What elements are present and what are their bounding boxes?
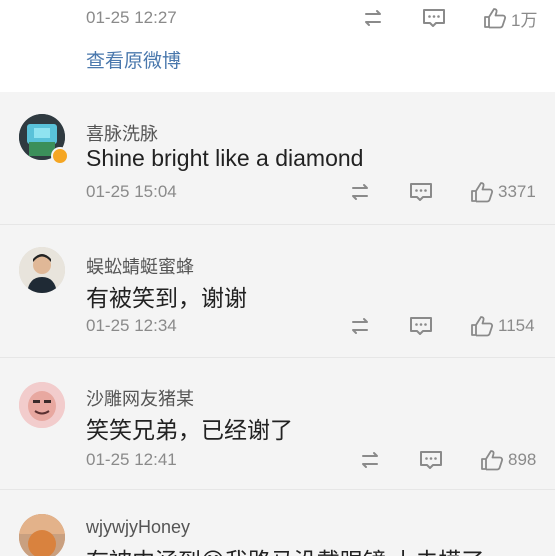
comment-text: Shine bright like a diamond	[86, 145, 364, 171]
avatar[interactable]	[19, 382, 65, 428]
repost-button[interactable]	[347, 311, 373, 341]
post-time: 01-25 12:27	[86, 8, 177, 27]
comment-meta-row: 01-25 12:41 898	[0, 445, 555, 475]
repost-button[interactable]	[347, 177, 373, 207]
comment-text: 有被内涵到😊我路马没戴眼镜 上去摸了一	[86, 542, 507, 556]
comment-icon	[410, 183, 432, 201]
like-button[interactable]: 1154	[470, 311, 535, 341]
comment-username[interactable]: wjywjyHoney	[86, 517, 190, 538]
comment-item: 蜈蚣蜻蜓蜜蜂 有被笑到，谢谢 01-25 12:34 1154	[0, 225, 555, 358]
like-icon	[471, 316, 494, 337]
like-icon	[471, 182, 494, 203]
avatar-image	[19, 514, 65, 556]
post-meta-row: 01-25 12:27 1万	[0, 3, 555, 33]
like-icon	[481, 450, 504, 471]
like-button[interactable]: 898	[480, 445, 536, 475]
avatar[interactable]	[19, 514, 65, 556]
repost-icon	[352, 184, 368, 200]
comment-button[interactable]	[418, 445, 444, 475]
comment-button[interactable]	[408, 177, 434, 207]
like-count: 1154	[498, 316, 535, 335]
comment-meta-row: 01-25 12:34 1154	[0, 311, 555, 341]
like-button[interactable]: 1万	[483, 3, 537, 33]
repost-button[interactable]	[360, 3, 386, 33]
comment-meta-row: 01-25 15:04 3371	[0, 177, 555, 207]
comment-time: 01-25 15:04	[86, 182, 177, 201]
comment-time: 01-25 12:41	[86, 450, 177, 469]
verified-badge-icon	[51, 147, 69, 165]
avatar-image	[19, 382, 65, 428]
comment-icon	[420, 451, 442, 469]
like-icon	[484, 8, 507, 29]
like-count: 898	[508, 450, 537, 469]
like-count: 3371	[498, 182, 536, 201]
repost-icon	[365, 10, 381, 26]
like-count: 1万	[511, 10, 538, 30]
view-original-link[interactable]: 查看原微博	[86, 46, 181, 73]
post-footer: 01-25 12:27 1万 查看原微博	[0, 0, 555, 92]
comment-icon	[410, 317, 432, 335]
comment-text: 笑笑兄弟，已经谢了	[86, 417, 293, 443]
comment-icon	[423, 9, 445, 27]
repost-icon	[362, 452, 378, 468]
like-button[interactable]: 3371	[470, 177, 536, 207]
repost-button[interactable]	[357, 445, 383, 475]
comment-item: wjywjyHoney 有被内涵到😊我路马没戴眼镜 上去摸了一	[0, 490, 555, 556]
repost-icon	[352, 318, 368, 334]
avatar-image	[19, 247, 65, 293]
comment-time: 01-25 12:34	[86, 316, 177, 335]
comment-item: 沙雕网友猪某 笑笑兄弟，已经谢了 01-25 12:41 898	[0, 358, 555, 490]
comment-button[interactable]	[408, 311, 434, 341]
comment-item: 喜脉洗脉 Shine bright like a diamond 01-25 1…	[0, 92, 555, 225]
comment-username[interactable]: 沙雕网友猪某	[86, 385, 194, 411]
comment-username[interactable]: 蜈蚣蜻蜓蜜蜂	[86, 253, 194, 279]
avatar[interactable]	[19, 247, 65, 293]
comment-username[interactable]: 喜脉洗脉	[86, 120, 158, 146]
comment-button[interactable]	[421, 3, 447, 33]
comment-text: 有被笑到，谢谢	[86, 285, 247, 311]
